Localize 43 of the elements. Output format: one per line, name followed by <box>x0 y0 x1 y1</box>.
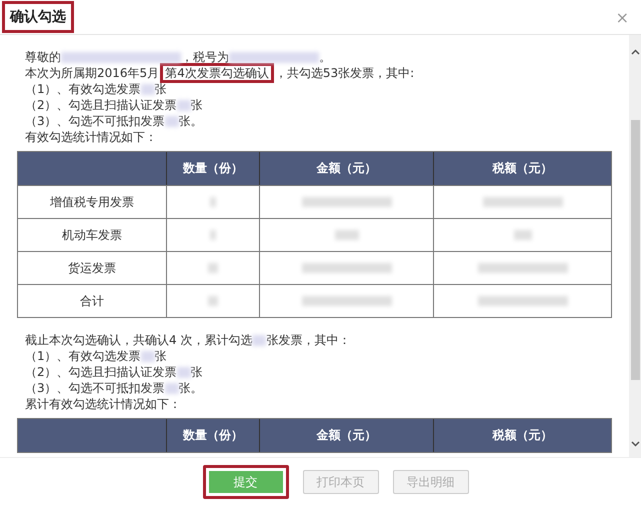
text-line: （1）、有效勾选发票 张 <box>24 348 168 364</box>
close-button[interactable]: × <box>616 8 629 26</box>
column-header: 金额（元） <box>259 152 433 185</box>
column-header: 数量（份） <box>166 152 259 185</box>
redaction-mark <box>252 335 266 346</box>
column-header: 数量（份） <box>166 419 259 452</box>
redaction-mark <box>514 230 532 240</box>
redaction-mark <box>334 230 358 240</box>
column-header: 税额（元） <box>433 419 611 452</box>
redaction-mark <box>176 367 191 378</box>
text-line: （2）、勾选且扫描认证发票 张 <box>24 364 204 380</box>
table-cell: 增值税专用发票 <box>50 194 134 210</box>
redaction-mark <box>210 230 216 240</box>
table-cell: 合计 <box>80 292 104 310</box>
highlighted-text: 第4次发票勾选确认 <box>160 63 274 83</box>
text-line: （3）、勾选不可抵扣发票 张。 <box>24 113 204 129</box>
redaction-mark <box>176 100 191 112</box>
text-line: 本次为所属期2016年5月 第4次发票勾选确认 ，共勾选53张发票，其中: <box>17 65 612 81</box>
text-line: 尊敬的 ，税号为 。 <box>24 49 332 65</box>
table-cell: 机动车发票 <box>62 226 122 244</box>
redaction-mark <box>164 116 179 128</box>
table-cell: 货运发票 <box>68 260 116 276</box>
text-line: （2）、勾选且扫描认证发票 张 <box>24 97 204 113</box>
action-button[interactable]: 打印本页 <box>302 470 378 494</box>
redaction-mark <box>210 197 216 207</box>
dialog-title: 确认勾选 <box>2 1 74 33</box>
redaction-mark <box>140 84 155 96</box>
scroll-up-icon[interactable] <box>630 49 640 55</box>
scroll-down-icon[interactable] <box>630 441 640 447</box>
scrollbar[interactable] <box>629 35 641 457</box>
text-line: （1）、有效勾选发票 张 <box>24 81 168 97</box>
column-header: 税额（元） <box>433 152 611 185</box>
text-line: 有效勾选统计情况如下： <box>24 129 158 145</box>
redaction-mark <box>164 383 179 394</box>
redaction-mark <box>208 263 218 273</box>
redaction-mark <box>208 296 218 306</box>
redaction-mark <box>140 351 155 362</box>
action-button[interactable]: 导出明细 <box>392 470 468 494</box>
action-button[interactable]: 提交 <box>202 465 288 499</box>
text-line: 累计有效勾选统计情况如下： <box>24 396 182 412</box>
text-line: （3）、勾选不可抵扣发票 张。 <box>24 380 204 396</box>
column-header: 金额（元） <box>259 419 433 452</box>
text-line: 截止本次勾选确认，共确认4 次，累计勾选 张发票，其中： <box>24 332 352 348</box>
